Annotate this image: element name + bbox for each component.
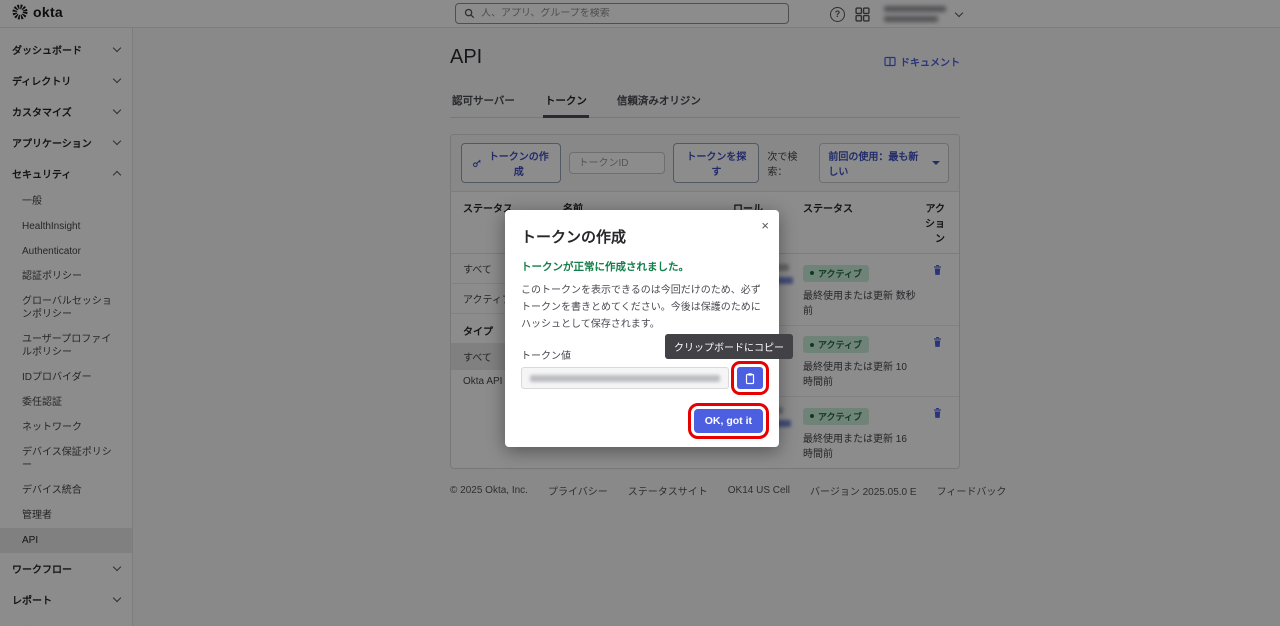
- copy-tooltip: クリップボードにコピー: [665, 334, 793, 359]
- create-token-modal: × トークンの作成 トークンが正常に作成されました。 このトークンを表示できるの…: [505, 210, 793, 447]
- token-value-field[interactable]: [521, 367, 729, 389]
- okta-admin-console: okta ? ダッシュボード ディレクトリ: [0, 0, 1280, 626]
- token-value-row: クリップボードにコピー: [521, 334, 793, 395]
- success-message: トークンが正常に作成されました。: [521, 261, 689, 273]
- clipboard-icon: [745, 372, 755, 384]
- modal-title: トークンの作成: [521, 229, 627, 246]
- redacted-token-value: [530, 374, 720, 382]
- modal-body-text: このトークンを表示できるのは今回だけのため、必ずトークンを書きとめてください。今…: [521, 285, 761, 330]
- ok-got-it-button[interactable]: OK, got it: [687, 403, 770, 439]
- copy-to-clipboard-button[interactable]: [731, 361, 769, 395]
- close-icon[interactable]: ×: [761, 218, 769, 233]
